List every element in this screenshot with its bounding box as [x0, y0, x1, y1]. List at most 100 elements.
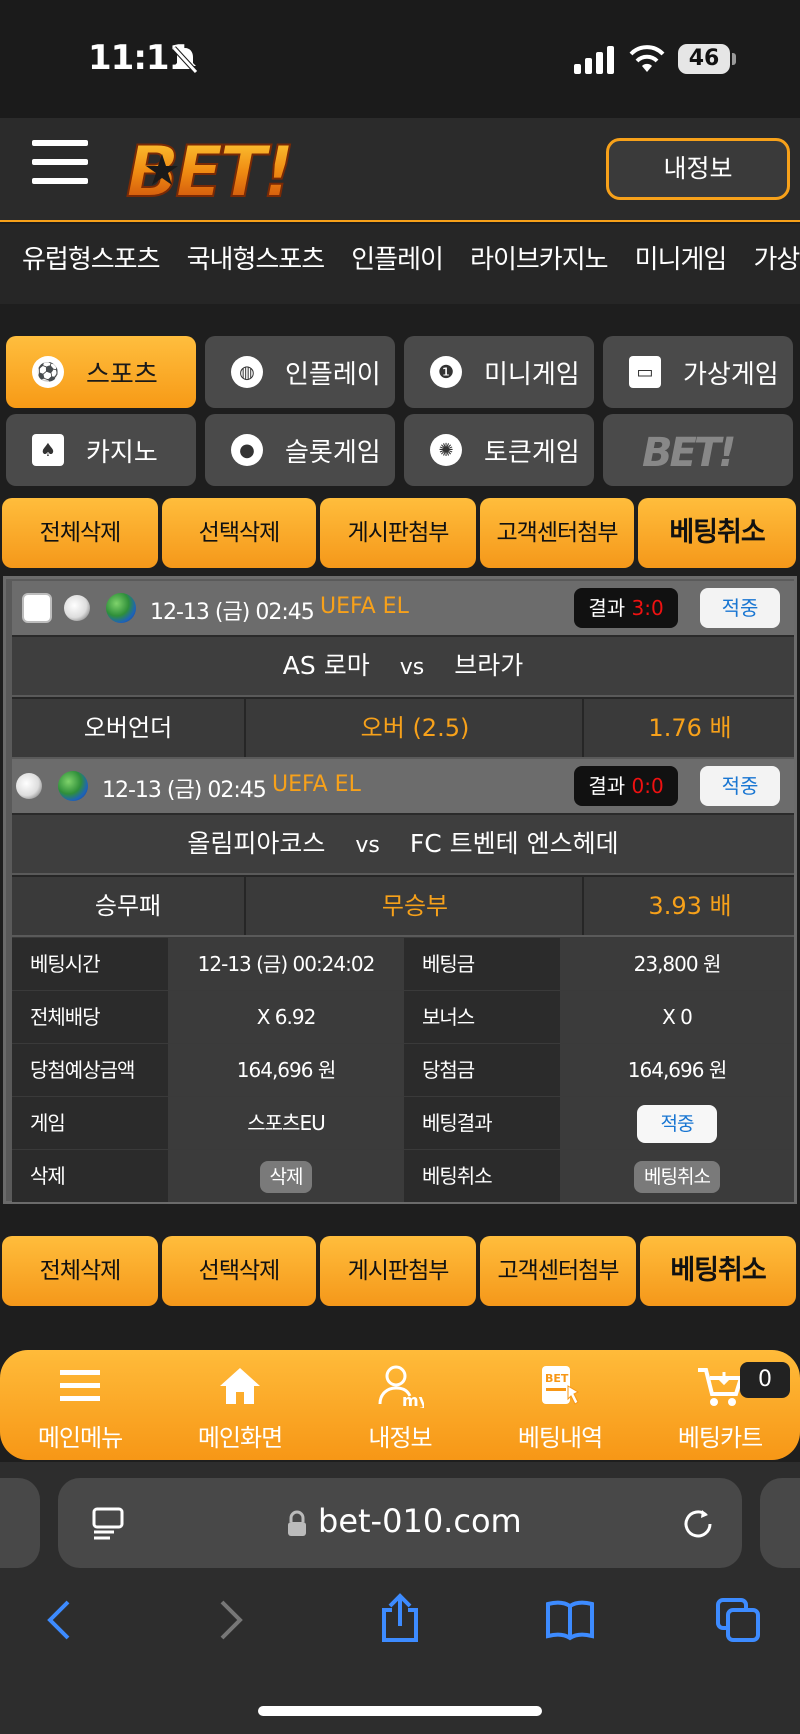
bonus-value: X 0	[560, 991, 794, 1043]
info-row: 삭제 삭제 베팅취소 베팅취소	[12, 1149, 794, 1202]
hamburger-menu-icon[interactable]	[32, 140, 88, 190]
bet-result-cell: 적중	[560, 1097, 794, 1149]
reload-icon[interactable]	[680, 1506, 716, 1542]
user-icon: my	[378, 1365, 424, 1408]
total-odds-value: X 6.92	[168, 991, 404, 1043]
category-label: 토큰게임	[484, 437, 580, 468]
attach-support-button[interactable]: 고객센터첨부	[480, 498, 634, 568]
lock-icon	[288, 1510, 306, 1536]
cancel-bet-button[interactable]: 베팅취소	[638, 498, 796, 568]
category-inplay[interactable]: ◍ 인플레이	[205, 336, 395, 408]
market-type: 오버언더	[12, 699, 246, 757]
bet-logo-gray: BET!	[642, 430, 737, 472]
my-info-button[interactable]: 내정보	[606, 138, 790, 200]
delete-bet-button[interactable]: 삭제	[259, 1161, 313, 1193]
svg-text:BET: BET	[545, 1372, 569, 1385]
win-amount-value: 164,696 원	[560, 1044, 794, 1096]
category-minigame[interactable]: ❶ 미니게임	[404, 336, 594, 408]
cancel-label: 베팅취소	[404, 1150, 560, 1202]
svg-text:BET!: BET!	[642, 430, 734, 472]
category-token[interactable]: ✺ 토큰게임	[404, 414, 594, 486]
match-header: 12-13 (금) 02:45 UEFA EL 결과 3:0 적중	[12, 581, 794, 635]
info-row: 전체배당 X 6.92 보너스 X 0	[12, 990, 794, 1043]
delete-label: 삭제	[12, 1150, 168, 1202]
bet-slip-panel: 12-13 (금) 02:45 UEFA EL 결과 3:0 적중 AS 로마 v…	[3, 576, 797, 1204]
reader-mode-icon[interactable]	[92, 1506, 126, 1540]
cancel-bet-pill-button[interactable]: 베팅취소	[634, 1161, 720, 1193]
result-badge: 결과 3:0	[574, 588, 678, 628]
away-team: FC 트벤테 엔스헤데	[409, 829, 619, 858]
bet-pick: 무승부	[248, 877, 584, 935]
category-label: 카지노	[86, 437, 158, 468]
result-score: 3:0	[631, 596, 664, 620]
cell-signal-icon	[574, 46, 614, 74]
cart-count-badge: 0	[740, 1362, 790, 1398]
nav-item-inplay[interactable]: 인플레이	[351, 224, 444, 296]
forward-icon[interactable]	[216, 1598, 246, 1642]
delete-selected-button[interactable]: 선택삭제	[162, 498, 316, 568]
home-team: 올림피아코스	[187, 829, 326, 858]
svg-text:my: my	[402, 1391, 424, 1408]
action-bar-bottom: 전체삭제 선택삭제 게시판첨부 고객센터첨부 베팅취소	[0, 1236, 800, 1312]
select-checkbox[interactable]	[22, 593, 52, 623]
vs-label: vs	[399, 655, 425, 680]
delete-all-button[interactable]: 전체삭제	[2, 1236, 158, 1306]
info-row: 게임 스포츠EU 베팅결과 적중	[12, 1096, 794, 1149]
globe-icon	[58, 771, 88, 801]
next-tab-edge[interactable]	[760, 1478, 800, 1568]
market-type: 승무패	[12, 877, 246, 935]
globe-icon	[106, 593, 136, 623]
attach-board-button[interactable]: 게시판첨부	[320, 498, 476, 568]
nav-item-european-sports[interactable]: 유럽형스포츠	[22, 224, 161, 296]
game-label: 게임	[12, 1097, 168, 1149]
nav-item-minigame[interactable]: 미니게임	[635, 224, 728, 296]
attach-board-button[interactable]: 게시판첨부	[320, 1236, 476, 1306]
delete-selected-button[interactable]: 선택삭제	[162, 1236, 316, 1306]
prev-tab-edge[interactable]	[0, 1478, 40, 1568]
cards-icon: ♠	[32, 434, 64, 466]
home-indicator	[258, 1706, 542, 1716]
bottom-menu-label: 베팅카트	[677, 1424, 763, 1452]
delete-cell: 삭제	[168, 1150, 404, 1202]
bottom-menu-label: 메인메뉴	[37, 1424, 123, 1452]
nav-item-virtual[interactable]: 가상게	[753, 224, 800, 296]
attach-support-button[interactable]: 고객센터첨부	[480, 1236, 636, 1306]
cancel-bet-button[interactable]: 베팅취소	[640, 1236, 796, 1306]
bottom-main-menu[interactable]: 메인메뉴	[0, 1350, 160, 1460]
mini-game-icon: ❶	[430, 356, 462, 388]
delete-all-button[interactable]: 전체삭제	[2, 498, 158, 568]
svg-text:BET!: BET!	[126, 134, 291, 208]
category-bet-logo[interactable]: BET!	[603, 414, 793, 486]
bottom-menu-label: 내정보	[368, 1424, 432, 1452]
home-team: AS 로마	[282, 651, 370, 680]
category-slot[interactable]: ● 슬롯게임	[205, 414, 395, 486]
match-date: 12-13 (금) 02:45	[150, 600, 315, 625]
bet-amount-value: 23,800 원	[560, 938, 794, 990]
bottom-home[interactable]: 메인화면	[160, 1350, 320, 1460]
battery-level: 46	[678, 44, 730, 74]
url-text[interactable]: bet-010.com	[318, 1502, 522, 1540]
nav-item-live-casino[interactable]: 라이브카지노	[470, 224, 609, 296]
category-casino[interactable]: ♠ 카지노	[6, 414, 196, 486]
category-virtual[interactable]: ▭ 가상게임	[603, 336, 793, 408]
match-league: UEFA EL	[272, 772, 361, 797]
bottom-myinfo[interactable]: my 내정보	[320, 1350, 480, 1460]
bottom-bet-history[interactable]: BET 베팅내역	[480, 1350, 640, 1460]
tabs-icon[interactable]	[714, 1596, 762, 1644]
hit-badge: 적중	[700, 766, 780, 806]
bet-logo[interactable]: BET!	[122, 134, 348, 208]
share-icon[interactable]	[378, 1592, 422, 1644]
match-league: UEFA EL	[320, 594, 409, 619]
category-sports[interactable]: ⚽ 스포츠	[6, 336, 196, 408]
nav-item-domestic-sports[interactable]: 국내형스포츠	[187, 224, 326, 296]
bell-muted-icon	[172, 46, 198, 74]
bookmarks-icon[interactable]	[544, 1598, 596, 1642]
expected-win-label: 당첨예상금액	[12, 1044, 168, 1096]
home-icon	[220, 1368, 260, 1404]
football-icon: ●	[231, 434, 263, 466]
back-icon[interactable]	[44, 1598, 74, 1642]
result-label: 결과	[588, 596, 626, 620]
expected-win-value: 164,696 원	[168, 1044, 404, 1096]
match-teams: AS 로마 vs 브라가	[12, 635, 794, 695]
bet-odds: 1.76 배	[648, 714, 732, 742]
